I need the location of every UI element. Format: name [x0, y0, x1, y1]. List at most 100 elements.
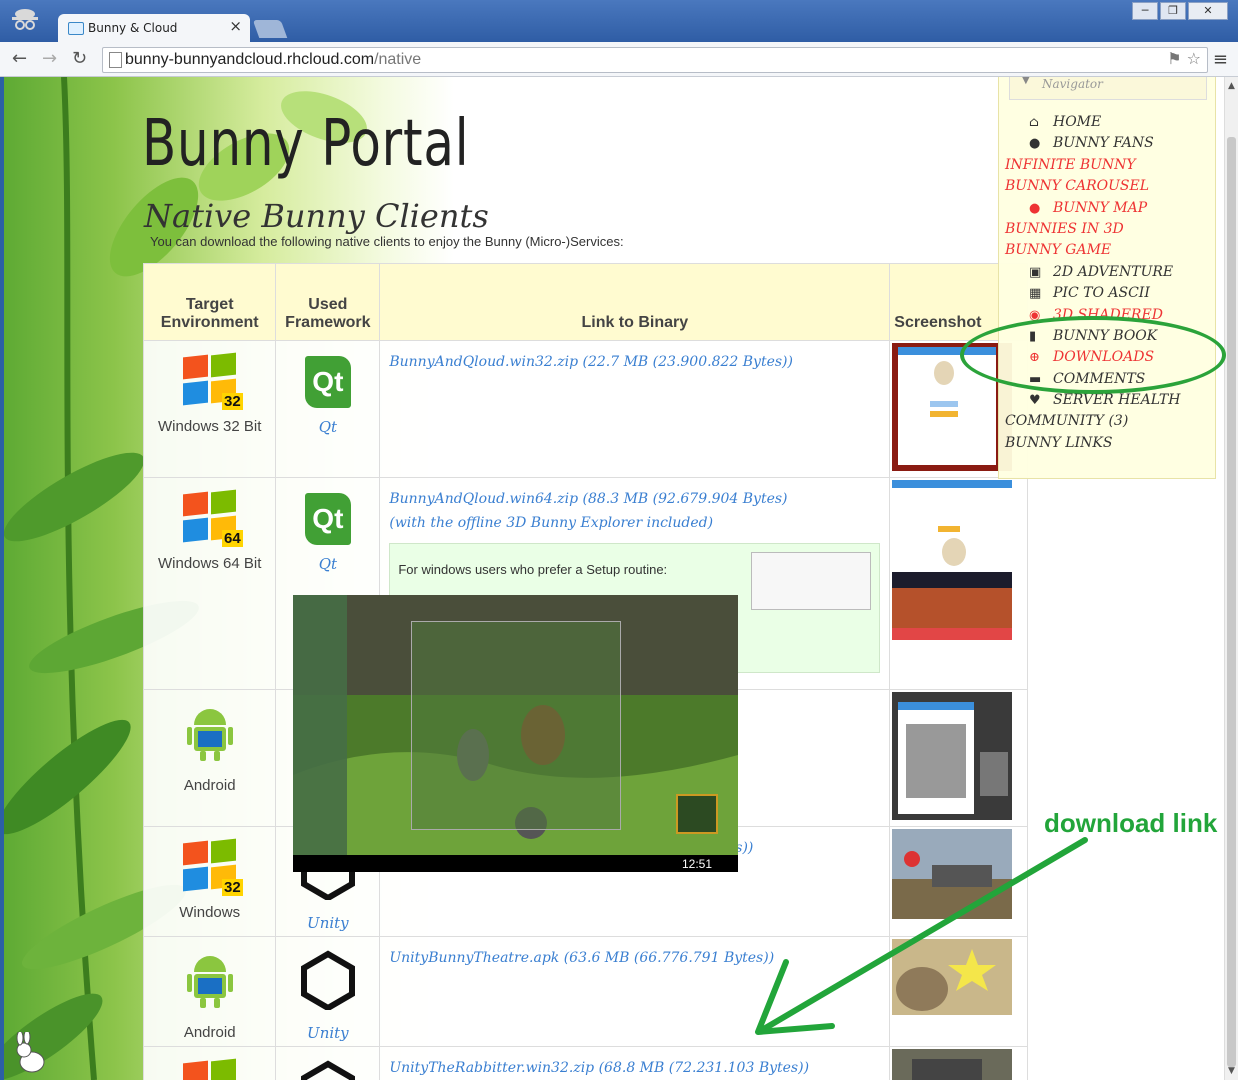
nav-item-bunny-links[interactable]: BUNNY LINKS — [1005, 433, 1180, 454]
maximize-button[interactable]: ❐ — [1160, 2, 1186, 20]
browser-menu-icon[interactable]: ≡ — [1213, 49, 1228, 70]
binary-download-link[interactable]: UnityTheRabbitter.win32.zip (68.8 MB (72… — [381, 1048, 888, 1076]
caret-down-icon: ▼ — [1022, 77, 1030, 86]
binary-download-link[interactable]: BunnyAndQloud.win32.zip (22.7 MB (23.900… — [381, 342, 888, 370]
nav-label: HOME — [1053, 114, 1102, 130]
page-icon — [109, 52, 122, 68]
navigator-title: Navigator — [1042, 77, 1103, 91]
env-label: Android — [183, 777, 236, 794]
column-used-framework: Used Framework — [275, 263, 381, 341]
nav-label: 2D ADVENTURE — [1053, 263, 1174, 280]
android-navigation-bar: 12:51 — [293, 855, 738, 872]
column-target-environment: Target Environment — [142, 263, 277, 341]
address-bar[interactable]: bunny-bunnyandcloud.rhcloud.com/native ⚑… — [102, 47, 1208, 73]
nav-item-2d-adventure[interactable]: ▣ 2D ADVENTURE — [1029, 262, 1180, 283]
env-cell: 32 Windows — [142, 826, 277, 937]
nav-label: SERVER HEALTH — [1053, 392, 1181, 409]
close-tab-icon[interactable]: × — [229, 17, 242, 35]
favicon-icon — [68, 22, 84, 35]
translate-and-star-icons[interactable]: ⚑ ☆ — [1167, 49, 1201, 68]
bitness-badge: 32 — [221, 393, 243, 410]
nav-item-infinite-bunny[interactable]: INFINITE BUNNY — [1005, 155, 1180, 176]
url-host: bunny-bunnyandcloud.rhcloud.com — [125, 51, 375, 68]
setup-screenshot-thumbnail[interactable] — [751, 552, 872, 610]
scrollbar-thumb[interactable] — [1227, 137, 1236, 1067]
header-framework-line2: Framework — [285, 314, 371, 331]
env-label: Windows 32 Bit — [157, 418, 262, 435]
nav-item-bunnies-in-3d[interactable]: BUNNIES IN 3D — [1005, 219, 1180, 240]
nav-item-bunny-map[interactable]: ● BUNNY MAP — [1029, 198, 1180, 219]
reload-icon[interactable]: ↻ — [72, 48, 87, 69]
android-logo-icon — [186, 956, 233, 1008]
screenshot-cell — [889, 477, 1028, 690]
env-cell: 32 Windows 32 Bit — [142, 340, 277, 478]
header-framework-line1: Used — [308, 296, 348, 313]
framework-label[interactable]: Unity — [277, 1024, 378, 1042]
nav-label: COMMUNITY (3) — [1005, 413, 1129, 430]
annotation-arrow-icon — [755, 837, 1088, 1035]
overlay-sidebar — [293, 595, 347, 855]
nav-label: BUNNY CAROUSEL — [1005, 178, 1150, 195]
nav-item-bunny-game[interactable]: BUNNY GAME — [1005, 240, 1180, 261]
new-tab-button[interactable] — [252, 20, 288, 38]
column-link-to-binary: Link to Binary — [379, 263, 891, 341]
link-cell: UnityTheRabbitter.win32.zip (68.8 MB (72… — [379, 1046, 891, 1080]
qr-code-icon: ▦ — [1029, 286, 1042, 302]
overlay-game-screenshot: 12:51 — [293, 595, 738, 872]
binary-download-link[interactable]: BunnyAndQloud.win64.zip (88.3 MB (92.679… — [381, 479, 888, 507]
windows-logo-icon: 32 — [181, 352, 243, 410]
nav-item-bunny-carousel[interactable]: BUNNY CAROUSEL — [1005, 176, 1180, 197]
binary-note: (with the offline 3D Bunny Explorer incl… — [389, 515, 714, 531]
nav-label: PIC TO ASCII — [1053, 285, 1150, 302]
user-icon: ● — [1029, 136, 1041, 152]
vertical-scrollbar[interactable]: ▲ ▼ — [1224, 77, 1238, 1080]
scroll-down-icon[interactable]: ▼ — [1228, 1066, 1235, 1076]
screenshot-cell — [889, 1046, 1028, 1080]
nav-label: BUNNIES IN 3D — [1005, 220, 1124, 237]
framework-label[interactable]: Qt — [277, 418, 378, 436]
url-text[interactable]: bunny-bunnyandcloud.rhcloud.com/native — [125, 51, 421, 69]
screenshot-thumbnail[interactable] — [892, 1049, 1013, 1080]
navigator-panel: ▼ Navigator ⌂ HOME ● BUNNY FANS INFINITE B… — [998, 77, 1216, 479]
table-row: 32 Windows 32 Bit Qt Qt BunnyAndQloud.wi… — [142, 340, 1028, 478]
nav-item-bunny-fans[interactable]: ● BUNNY FANS — [1029, 133, 1180, 154]
back-arrow-icon[interactable]: ← — [12, 48, 27, 69]
minimize-button[interactable]: ─ — [1132, 2, 1158, 20]
navigator-header[interactable]: ▼ Navigator — [1009, 77, 1207, 100]
scroll-up-icon[interactable]: ▲ — [1228, 81, 1235, 91]
setup-text: For windows users who prefer a Setup rou… — [398, 562, 668, 577]
env-cell: Android — [142, 936, 277, 1047]
unity-logo-icon — [300, 950, 355, 1012]
highlight-ellipse — [960, 316, 1226, 394]
screenshot-thumbnail[interactable] — [892, 692, 1013, 820]
clock-time: 12:51 — [681, 857, 712, 871]
windows-logo-icon: 32 — [181, 838, 243, 896]
nav-item-pic-to-ascii[interactable]: ▦ PIC TO ASCII — [1029, 283, 1180, 304]
bunny-mascot-icon — [16, 1032, 45, 1073]
forward-arrow-icon[interactable]: → — [42, 48, 57, 69]
framework-label[interactable]: Qt — [277, 555, 378, 573]
incognito-spy-icon — [12, 9, 38, 30]
overlay-file-dialog — [411, 621, 621, 830]
android-logo-icon — [186, 709, 233, 761]
nav-item-community[interactable]: COMMUNITY (3) — [1005, 411, 1180, 432]
framework-label[interactable]: Unity — [277, 914, 378, 932]
portal-title: Bunny Portal — [142, 107, 470, 181]
screenshot-cell — [889, 689, 1028, 827]
link-cell: BunnyAndQloud.win32.zip (22.7 MB (23.900… — [379, 340, 891, 478]
nav-label: INFINITE BUNNY — [1005, 156, 1136, 173]
url-path: /native — [374, 51, 422, 68]
home-icon: ⌂ — [1029, 115, 1039, 130]
close-window-button[interactable]: ✕ — [1188, 2, 1228, 20]
qt-logo-icon: Qt — [304, 493, 351, 545]
intro-text: You can download the following native cl… — [150, 234, 624, 249]
framework-cell: Qt Qt — [275, 340, 381, 478]
screenshot-thumbnail[interactable] — [892, 480, 1013, 640]
nav-label: BUNNY GAME — [1005, 242, 1112, 259]
window-titlebar: Bunny & Cloud × ─ ❐ ✕ — [0, 0, 1238, 42]
nav-item-home[interactable]: ⌂ HOME — [1029, 112, 1180, 133]
header-target-line1: Target — [185, 296, 234, 313]
browser-tab[interactable]: Bunny & Cloud × — [58, 14, 250, 42]
heart-icon: ♥ — [1029, 393, 1041, 409]
framework-cell — [275, 1046, 381, 1080]
